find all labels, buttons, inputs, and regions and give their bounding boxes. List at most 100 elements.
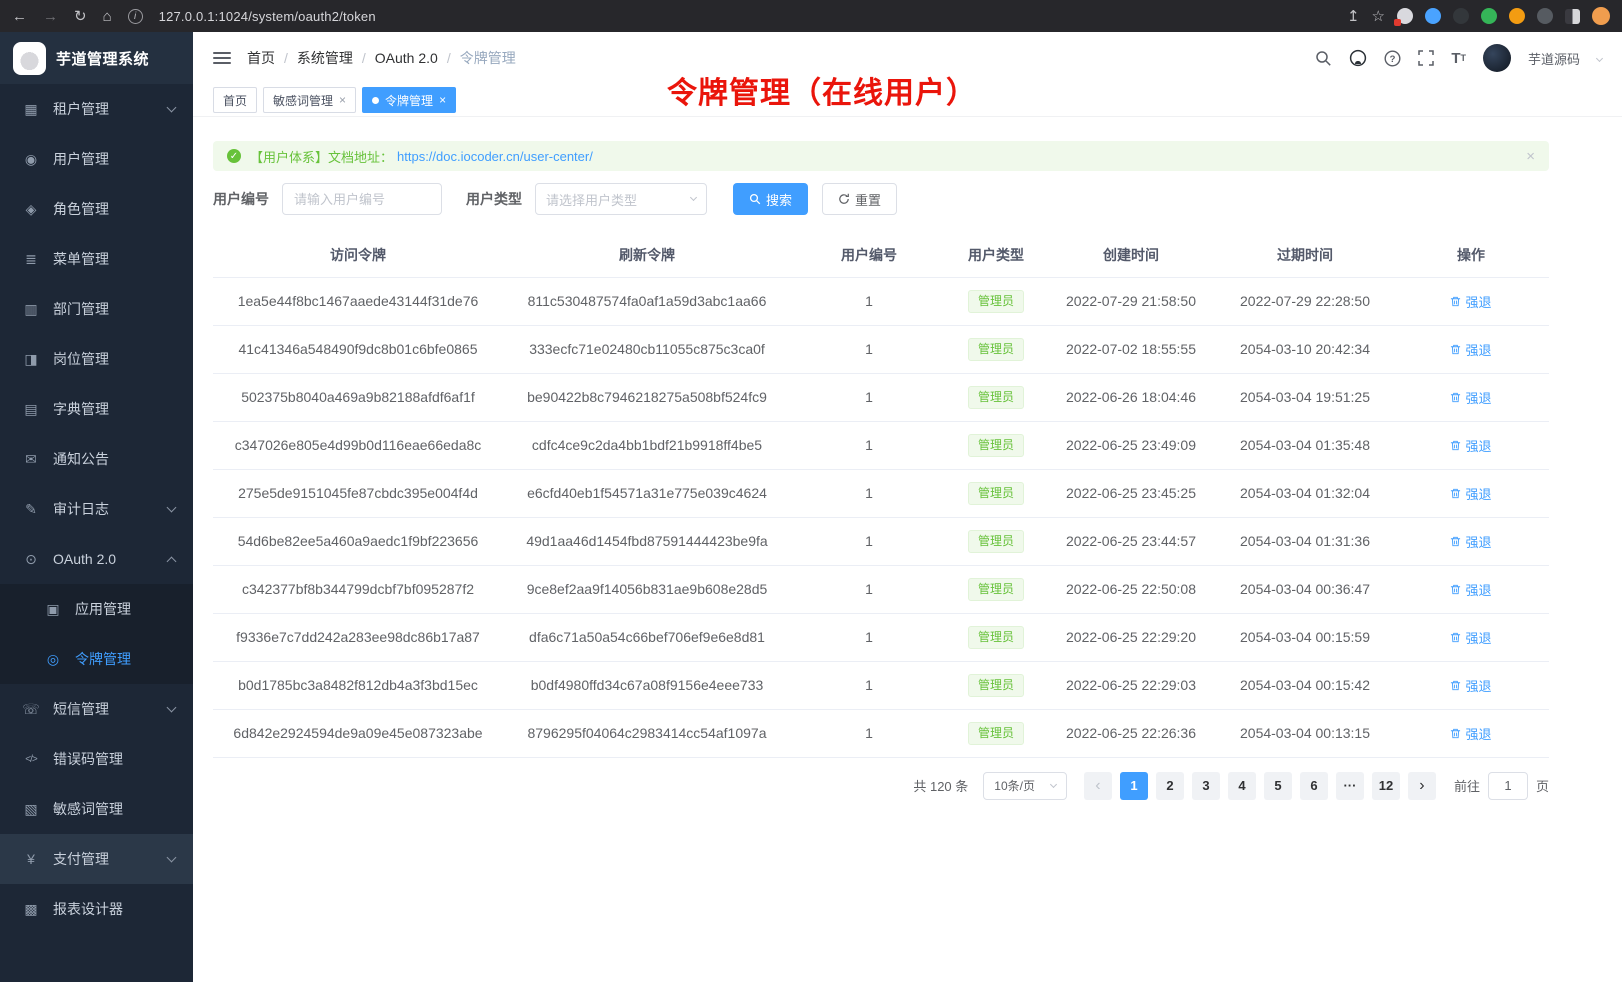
access-token-cell: f9336e7c7dd242a283ee98dc86b17a87 (213, 613, 503, 661)
success-check-icon: ✓ (227, 149, 241, 163)
force-logout-button[interactable]: 强退 (1450, 532, 1491, 551)
prev-page-button[interactable]: ‹ (1084, 772, 1112, 800)
sidebar-item-tenant[interactable]: ▦ 租户管理 (0, 84, 193, 134)
close-icon[interactable]: × (1526, 148, 1535, 165)
extension-split-icon[interactable] (1565, 9, 1580, 24)
extension-color-icon[interactable] (1509, 8, 1525, 24)
page-button-2[interactable]: 2 (1156, 772, 1184, 800)
sidebar-item-pay[interactable]: ¥ 支付管理 (0, 834, 193, 884)
force-logout-button[interactable]: 强退 (1450, 484, 1491, 503)
sidebar-item-sensitive-word[interactable]: ▧ 敏感词管理 (0, 784, 193, 834)
sidebar-item-menu[interactable]: ≣ 菜单管理 (0, 234, 193, 284)
sidebar-item-post[interactable]: ◨ 岗位管理 (0, 334, 193, 384)
col-user-type: 用户类型 (947, 233, 1045, 277)
breadcrumb-home[interactable]: 首页 (247, 48, 275, 68)
force-logout-button[interactable]: 强退 (1450, 340, 1491, 359)
page-buttons: ‹ 1 2 3 4 5 6 ··· 12 › (1084, 772, 1436, 800)
site-info-icon[interactable]: i (128, 9, 143, 24)
reload-icon[interactable]: ↻ (74, 9, 87, 24)
force-logout-button[interactable]: 强退 (1450, 628, 1491, 647)
extension-puzzle-icon[interactable] (1537, 8, 1553, 24)
force-logout-button[interactable]: 强退 (1450, 580, 1491, 599)
next-page-button[interactable]: › (1408, 772, 1436, 800)
goto-suffix: 页 (1536, 776, 1549, 795)
search-icon[interactable] (1315, 50, 1332, 67)
extension-blue-icon[interactable] (1425, 8, 1441, 24)
extension-dark-icon[interactable] (1453, 8, 1469, 24)
fullscreen-icon[interactable] (1418, 50, 1434, 66)
extension-grid-icon[interactable] (1397, 8, 1413, 24)
sidebar-item-user[interactable]: ◉ 用户管理 (0, 134, 193, 184)
user-type-cell: 管理员 (947, 517, 1045, 565)
github-icon[interactable] (1349, 49, 1367, 67)
tab-home[interactable]: 首页 (213, 87, 257, 113)
back-icon[interactable]: ← (12, 9, 27, 24)
page-button-12[interactable]: 12 (1372, 772, 1400, 800)
address-bar[interactable]: 127.0.0.1:1024/system/oauth2/token (159, 9, 376, 24)
chevron-down-icon (167, 703, 177, 713)
force-logout-button[interactable]: 强退 (1450, 724, 1491, 743)
sidebar-item-notice[interactable]: ✉ 通知公告 (0, 434, 193, 484)
created-cell: 2022-06-25 22:26:36 (1045, 709, 1217, 757)
access-token-cell: b0d1785bc3a8482f812db4a3f3bd15ec (213, 661, 503, 709)
app-title: 芋道管理系统 (56, 48, 149, 69)
col-access-token: 访问令牌 (213, 233, 503, 277)
tab-sensitive-word[interactable]: 敏感词管理 × (263, 87, 356, 113)
close-icon[interactable]: × (439, 94, 446, 106)
page-button-5[interactable]: 5 (1264, 772, 1292, 800)
forward-icon[interactable]: → (43, 9, 58, 24)
goto-page-input[interactable] (1488, 772, 1528, 800)
force-logout-button[interactable]: 强退 (1450, 676, 1491, 695)
force-logout-button[interactable]: 强退 (1450, 436, 1491, 455)
user-type-cell: 管理员 (947, 325, 1045, 373)
font-size-icon[interactable]: TT (1451, 51, 1466, 66)
breadcrumb-oauth[interactable]: OAuth 2.0 (375, 50, 438, 66)
share-icon[interactable]: ↥ (1347, 9, 1360, 24)
sidebar-item-audit-log[interactable]: ✎ 审计日志 (0, 484, 193, 534)
sidebar-item-sms[interactable]: ☏ 短信管理 (0, 684, 193, 734)
breadcrumb-system[interactable]: 系统管理 (297, 48, 353, 68)
expires-cell: 2054-03-04 01:31:36 (1217, 517, 1393, 565)
expires-cell: 2054-03-10 20:42:34 (1217, 325, 1393, 373)
user-type-badge: 管理员 (968, 434, 1024, 457)
tab-bar: 首页 敏感词管理 × 令牌管理 × (193, 84, 1622, 117)
browser-profile-avatar[interactable] (1592, 7, 1610, 25)
user-type-select[interactable]: 请选择用户类型 (535, 183, 707, 215)
doc-link[interactable]: https://doc.iocoder.cn/user-center/ (397, 149, 593, 164)
force-logout-button[interactable]: 强退 (1450, 388, 1491, 407)
reset-button[interactable]: 重置 (822, 183, 897, 215)
sidebar-item-report-designer[interactable]: ▩ 报表设计器 (0, 884, 193, 934)
bookmark-star-icon[interactable]: ☆ (1372, 9, 1385, 24)
sidebar-item-oauth[interactable]: ⊙ OAuth 2.0 (0, 534, 193, 584)
help-icon[interactable]: ? (1384, 50, 1401, 67)
more-pages-button[interactable]: ··· (1336, 772, 1364, 800)
page-button-4[interactable]: 4 (1228, 772, 1256, 800)
page-size-select[interactable]: 10条/页 (983, 772, 1067, 800)
chevron-down-icon[interactable] (1596, 54, 1603, 61)
user-id-input[interactable] (282, 183, 442, 215)
token-icon: ◎ (44, 651, 62, 668)
sidebar-item-token[interactable]: ◎ 令牌管理 (0, 634, 193, 684)
sidebar-item-department[interactable]: ▥ 部门管理 (0, 284, 193, 334)
created-cell: 2022-06-25 23:49:09 (1045, 421, 1217, 469)
search-button[interactable]: 搜索 (733, 183, 808, 215)
col-expires: 过期时间 (1217, 233, 1393, 277)
tab-token[interactable]: 令牌管理 × (362, 87, 456, 113)
force-logout-button[interactable]: 强退 (1450, 292, 1491, 311)
user-name[interactable]: 芋道源码 (1528, 49, 1580, 68)
home-icon[interactable]: ⌂ (103, 9, 112, 24)
page-button-1[interactable]: 1 (1120, 772, 1148, 800)
action-cell: 强退 (1393, 661, 1549, 709)
collapse-sidebar-icon[interactable] (213, 52, 231, 64)
close-icon[interactable]: × (339, 94, 346, 106)
sidebar-item-dictionary[interactable]: ▤ 字典管理 (0, 384, 193, 434)
sidebar-item-role[interactable]: ◈ 角色管理 (0, 184, 193, 234)
user-avatar[interactable] (1483, 44, 1511, 72)
page-button-3[interactable]: 3 (1192, 772, 1220, 800)
sensitive-word-icon: ▧ (22, 801, 40, 818)
sidebar-item-application[interactable]: ▣ 应用管理 (0, 584, 193, 634)
sidebar-item-error-code[interactable]: </> 错误码管理 (0, 734, 193, 784)
filter-form: 用户编号 用户类型 请选择用户类型 搜索 重置 (213, 183, 1549, 215)
extension-green-icon[interactable] (1481, 8, 1497, 24)
page-button-6[interactable]: 6 (1300, 772, 1328, 800)
